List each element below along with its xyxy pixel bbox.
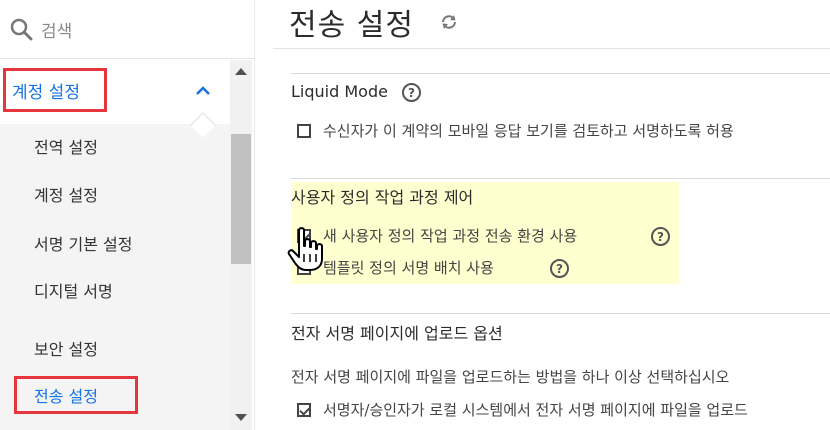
sidebar: 검색 계정 설정 전역 설정 계정 설정 서명 기본 설정 디지털 서명 보안 … bbox=[0, 0, 255, 430]
sidebar-item-signature-preferences[interactable]: 서명 기본 설정 bbox=[34, 231, 133, 255]
hand-pointer-icon bbox=[287, 227, 323, 271]
option-label: 수신자가 이 계약의 모바일 응답 보기를 검토하고 서명하도록 허용 bbox=[323, 122, 734, 140]
sidebar-item-global-settings[interactable]: 전역 설정 bbox=[34, 134, 98, 158]
template-placement-option: 템플릿 정의 서명 배치 사용 bbox=[297, 257, 494, 278]
divider bbox=[0, 58, 255, 59]
chevron-up-icon[interactable] bbox=[194, 82, 212, 100]
main-content: 전송 설정 Liquid Mode ? 수신자가 이 계약의 모바일 응답 보기… bbox=[255, 0, 830, 430]
sidebar-submenu: 전역 설정 계정 설정 서명 기본 설정 디지털 서명 보안 설정 전송 설정 bbox=[0, 124, 230, 430]
section-divider bbox=[291, 73, 830, 74]
sidebar-item-label: 전송 설정 bbox=[34, 387, 98, 406]
new-workflow-option: 새 사용자 정의 작업 과정 전송 환경 사용 bbox=[297, 225, 577, 246]
help-icon[interactable]: ? bbox=[651, 227, 670, 246]
scroll-up-arrow-icon[interactable] bbox=[235, 68, 247, 75]
sidebar-section-account-settings[interactable]: 계정 설정 bbox=[3, 68, 107, 112]
page-title: 전송 설정 bbox=[289, 8, 414, 43]
sidebar-item-digital-signatures[interactable]: 디지털 서명 bbox=[34, 278, 113, 302]
sidebar-item-security-settings[interactable]: 보안 설정 bbox=[34, 336, 98, 360]
liquid-mode-title: Liquid Mode bbox=[291, 82, 388, 101]
search-box[interactable]: 검색 bbox=[0, 0, 255, 58]
option-label: 템플릿 정의 서명 배치 사용 bbox=[323, 259, 494, 277]
workflow-control-title: 사용자 정의 작업 과정 제어 bbox=[291, 188, 474, 207]
section-divider bbox=[291, 178, 830, 179]
upload-options-title: 전자 서명 페이지에 업로드 옵션 bbox=[291, 324, 503, 343]
scroll-down-arrow-icon[interactable] bbox=[235, 414, 247, 421]
scroll-thumb[interactable] bbox=[231, 134, 251, 264]
option-label: 서명자/승인자가 로컬 시스템에서 전자 서명 페이지에 파일을 업로드 bbox=[323, 401, 748, 419]
upload-local-option: 서명자/승인자가 로컬 시스템에서 전자 서명 페이지에 파일을 업로드 bbox=[297, 399, 748, 420]
help-icon[interactable]: ? bbox=[402, 83, 421, 102]
search-input[interactable]: 검색 bbox=[41, 17, 72, 42]
search-icon bbox=[10, 18, 33, 41]
help-icon[interactable]: ? bbox=[550, 259, 569, 278]
option-label: 새 사용자 정의 작업 과정 전송 환경 사용 bbox=[323, 227, 578, 245]
liquid-mode-checkbox[interactable] bbox=[297, 123, 311, 138]
sidebar-item-account-settings[interactable]: 계정 설정 bbox=[34, 182, 98, 206]
section-divider bbox=[291, 313, 830, 314]
liquid-mode-option: 수신자가 이 계약의 모바일 응답 보기를 검토하고 서명하도록 허용 bbox=[297, 120, 734, 141]
refresh-icon[interactable] bbox=[439, 12, 459, 32]
title-divider bbox=[273, 48, 830, 49]
sidebar-section-label: 계정 설정 bbox=[12, 82, 80, 103]
upload-description: 전자 서명 페이지에 파일을 업로드하는 방법을 하나 이상 선택하십시오 bbox=[291, 368, 730, 386]
sidebar-item-send-settings[interactable]: 전송 설정 bbox=[14, 376, 138, 414]
sidebar-scrollbar[interactable] bbox=[230, 60, 252, 430]
upload-local-checkbox[interactable] bbox=[297, 402, 311, 417]
